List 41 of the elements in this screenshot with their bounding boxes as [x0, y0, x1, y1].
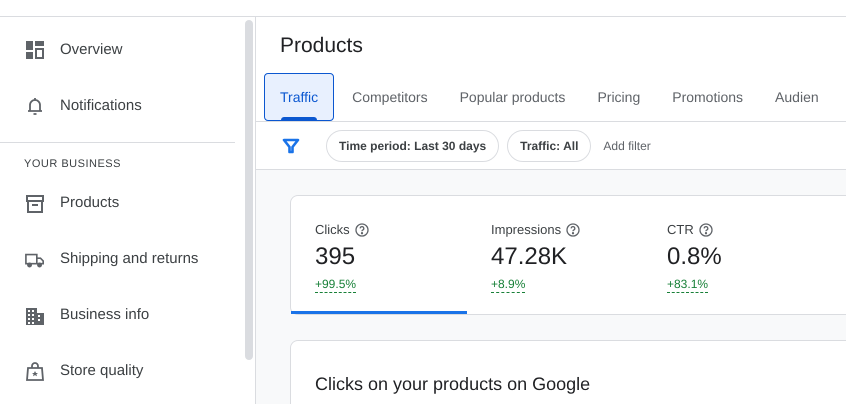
metric-value: 395	[315, 242, 356, 272]
page-title: Products	[279, 33, 364, 59]
metric-tab[interactable]: Impressions 47.28K +8.9%	[467, 196, 643, 314]
tab[interactable]: Popular products	[444, 73, 582, 121]
sidebar-item[interactable]: Products	[0, 176, 235, 232]
tab[interactable]: Promotions	[656, 73, 760, 121]
chart-title: Clicks on your products on Google	[315, 373, 592, 396]
shopping-bag-star-icon	[25, 362, 45, 382]
section-heading: YOUR BUSINESS	[23, 157, 122, 172]
add-filter-link[interactable]: Add filter	[603, 136, 651, 154]
metric-tab[interactable]: Clicks 395 +99.5%	[291, 196, 467, 314]
archive-box-icon	[25, 194, 45, 214]
metric-change: +83.1%	[667, 276, 708, 292]
tab[interactable]: Audien	[759, 73, 835, 121]
metric-label: Impressions	[491, 221, 562, 239]
help-icon[interactable]	[354, 222, 369, 237]
sidebar-item[interactable]: Overview	[0, 22, 235, 78]
dashboard-icon	[25, 40, 45, 60]
tab[interactable]: Pricing	[581, 73, 656, 121]
metric-change: +99.5%	[315, 276, 356, 292]
filter-chip[interactable]: Time period: Last 30 days	[326, 130, 500, 162]
sidebar-item[interactable]: Notifications	[0, 78, 235, 134]
scrollbar-thumb[interactable]	[245, 20, 253, 360]
help-icon[interactable]	[698, 222, 713, 237]
metric-value: 47.28K	[491, 242, 568, 272]
tab-indicator	[281, 117, 318, 120]
filter-chip[interactable]: Traffic: All	[507, 130, 592, 162]
metric-change: +8.9%	[491, 276, 526, 292]
sidebar-item[interactable]: Business info	[0, 288, 235, 344]
sidebar-item[interactable]: Store quality	[0, 344, 235, 400]
metric-tab[interactable]: CTR 0.8% +83.1%	[643, 196, 819, 314]
building-icon	[25, 306, 45, 326]
metric-label: Clicks	[315, 221, 350, 239]
filter-icon[interactable]	[282, 136, 300, 154]
tab[interactable]: Traffic	[264, 73, 334, 121]
bell-icon	[25, 96, 45, 116]
tab[interactable]: Competitors	[336, 73, 444, 121]
metric-value: 0.8%	[667, 242, 723, 272]
metric-label: CTR	[667, 221, 694, 239]
sidebar-item[interactable]: Shipping and returns	[0, 232, 235, 288]
help-icon[interactable]	[566, 222, 580, 237]
